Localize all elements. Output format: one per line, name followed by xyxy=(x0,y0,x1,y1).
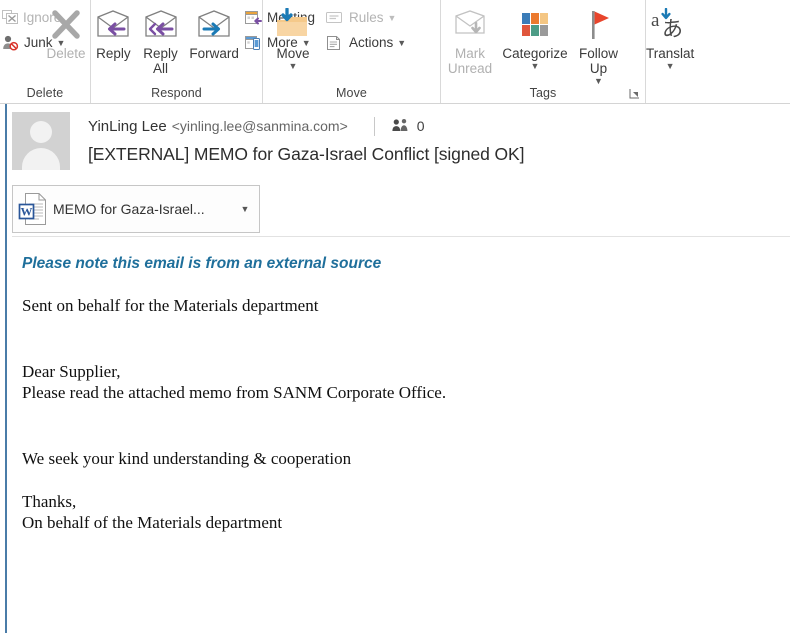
reply-label: Reply xyxy=(96,46,131,61)
follow-up-flag-icon xyxy=(583,5,615,45)
reading-pane: YinLing Lee <yinling.lee@sanmina.com> 0 xyxy=(0,104,790,633)
message-header: YinLing Lee <yinling.lee@sanmina.com> 0 xyxy=(0,104,790,176)
ribbon-group-language: a あ Translat ▼ xyxy=(645,0,694,103)
recipient-count-value: 0 xyxy=(416,118,425,134)
mark-unread-button[interactable]: Mark Unread xyxy=(441,2,499,76)
forward-label: Forward xyxy=(189,46,239,61)
sender-name[interactable]: YinLing Lee xyxy=(88,118,167,135)
sender-email[interactable]: <yinling.lee@sanmina.com> xyxy=(172,118,348,134)
mark-unread-icon xyxy=(451,5,489,45)
chevron-down-icon[interactable]: ▼ xyxy=(531,62,540,71)
more-button[interactable]: More ▼ xyxy=(243,30,311,55)
rules-button[interactable]: Rules ▼ xyxy=(323,5,433,30)
move-folder-icon xyxy=(273,5,313,45)
attachment-chip[interactable]: W MEMO for Gaza-Israel... ▼ xyxy=(12,185,260,233)
reply-all-label: Reply All xyxy=(143,46,178,76)
group-label-respond: Respond xyxy=(151,86,202,100)
ribbon-group-respond: Reply Reply All Forward More ▼ Respond xyxy=(90,0,315,103)
actions-icon xyxy=(325,34,345,52)
follow-up-button[interactable]: Follow Up ▼ xyxy=(571,2,626,86)
message-body: Please note this email is from an extern… xyxy=(0,234,790,533)
ignore-icon xyxy=(2,9,19,27)
ribbon-group-move: Move ▼ Rules ▼ Actions ▼ Move xyxy=(262,0,440,103)
body-line-signoff: On behalf of the Materials department xyxy=(22,513,283,532)
actions-button[interactable]: Actions ▼ xyxy=(323,30,433,55)
delete-button[interactable]: Delete xyxy=(44,2,88,61)
chevron-down-icon[interactable]: ▼ xyxy=(666,62,675,71)
categorize-button[interactable]: Categorize ▼ xyxy=(499,2,571,71)
recipient-count[interactable]: 0 xyxy=(392,118,425,135)
reply-button[interactable]: Reply xyxy=(91,2,136,61)
outlook-ribbon: Ignore Junk ▼ Delete Delete Reply Reply … xyxy=(0,0,790,104)
delete-label: Delete xyxy=(46,46,86,61)
pane-accent-bar xyxy=(5,104,7,633)
sender-row: YinLing Lee <yinling.lee@sanmina.com> 0 xyxy=(88,115,790,137)
translate-label: Translat xyxy=(646,46,695,61)
junk-button[interactable]: Junk ▼ xyxy=(0,30,65,55)
word-doc-icon: W xyxy=(13,192,53,226)
header-divider xyxy=(373,116,375,136)
avatar-head-shape xyxy=(30,121,52,143)
attachment-name: MEMO for Gaza-Israel... xyxy=(53,201,205,217)
translate-button[interactable]: a あ Translat ▼ xyxy=(646,2,694,71)
chevron-down-icon[interactable]: ▼ xyxy=(397,38,406,48)
move-label: Move xyxy=(276,46,310,61)
categorize-label: Categorize xyxy=(502,46,568,61)
message-subject: [EXTERNAL] MEMO for Gaza-Israel Conflict… xyxy=(88,144,525,164)
attachment-area: W MEMO for Gaza-Israel... ▼ xyxy=(0,176,790,237)
avatar[interactable] xyxy=(12,112,70,170)
junk-icon xyxy=(2,34,20,52)
people-icon xyxy=(392,118,411,135)
attachment-chevron-down-icon[interactable]: ▼ xyxy=(231,204,259,214)
move-button[interactable]: Move ▼ xyxy=(263,2,323,71)
more-icon xyxy=(245,34,263,52)
follow-up-label: Follow Up xyxy=(578,46,618,76)
body-line-read-memo: Please read the attached memo from SANM … xyxy=(22,383,447,402)
forward-button[interactable]: Forward xyxy=(185,2,243,61)
avatar-body-shape xyxy=(22,148,60,170)
reply-all-button[interactable]: Reply All xyxy=(136,2,186,76)
svg-text:a: a xyxy=(651,10,660,31)
meeting-button[interactable]: Meeting xyxy=(243,5,315,30)
mark-unread-label: Mark Unread xyxy=(447,46,493,76)
chevron-down-icon[interactable]: ▼ xyxy=(594,77,603,86)
group-label-tags: Tags xyxy=(529,86,557,100)
body-line-cooperation: We seek your kind understanding & cooper… xyxy=(22,449,352,468)
rules-icon xyxy=(325,9,345,27)
rules-label: Rules xyxy=(349,10,384,25)
external-source-notice: Please note this email is from an extern… xyxy=(22,255,382,272)
delete-x-icon xyxy=(49,5,83,45)
tags-dialog-launcher[interactable] xyxy=(629,88,640,99)
body-line-thanks: Thanks, xyxy=(22,492,77,511)
group-label-delete: Delete xyxy=(26,86,64,100)
chevron-down-icon[interactable]: ▼ xyxy=(388,13,397,23)
forward-icon xyxy=(195,5,233,45)
meeting-icon xyxy=(245,9,263,27)
reply-icon xyxy=(94,5,132,45)
ribbon-group-delete: Ignore Junk ▼ Delete Delete xyxy=(0,0,90,103)
ignore-button[interactable]: Ignore xyxy=(0,5,61,30)
chevron-down-icon[interactable]: ▼ xyxy=(289,62,298,71)
ribbon-group-tags: Mark Unread Categorize ▼ Follow Up ▼ Tag… xyxy=(440,0,645,103)
group-label-move: Move xyxy=(336,86,367,100)
reply-all-icon xyxy=(142,5,180,45)
svg-text:あ: あ xyxy=(662,17,683,41)
svg-text:W: W xyxy=(21,205,33,219)
actions-label: Actions xyxy=(349,35,394,50)
body-line-salutation: Dear Supplier, xyxy=(22,362,121,381)
body-line-sent-on-behalf: Sent on behalf for the Materials departm… xyxy=(22,296,319,315)
translate-icon: a あ xyxy=(650,5,690,45)
categorize-icon xyxy=(517,5,553,45)
